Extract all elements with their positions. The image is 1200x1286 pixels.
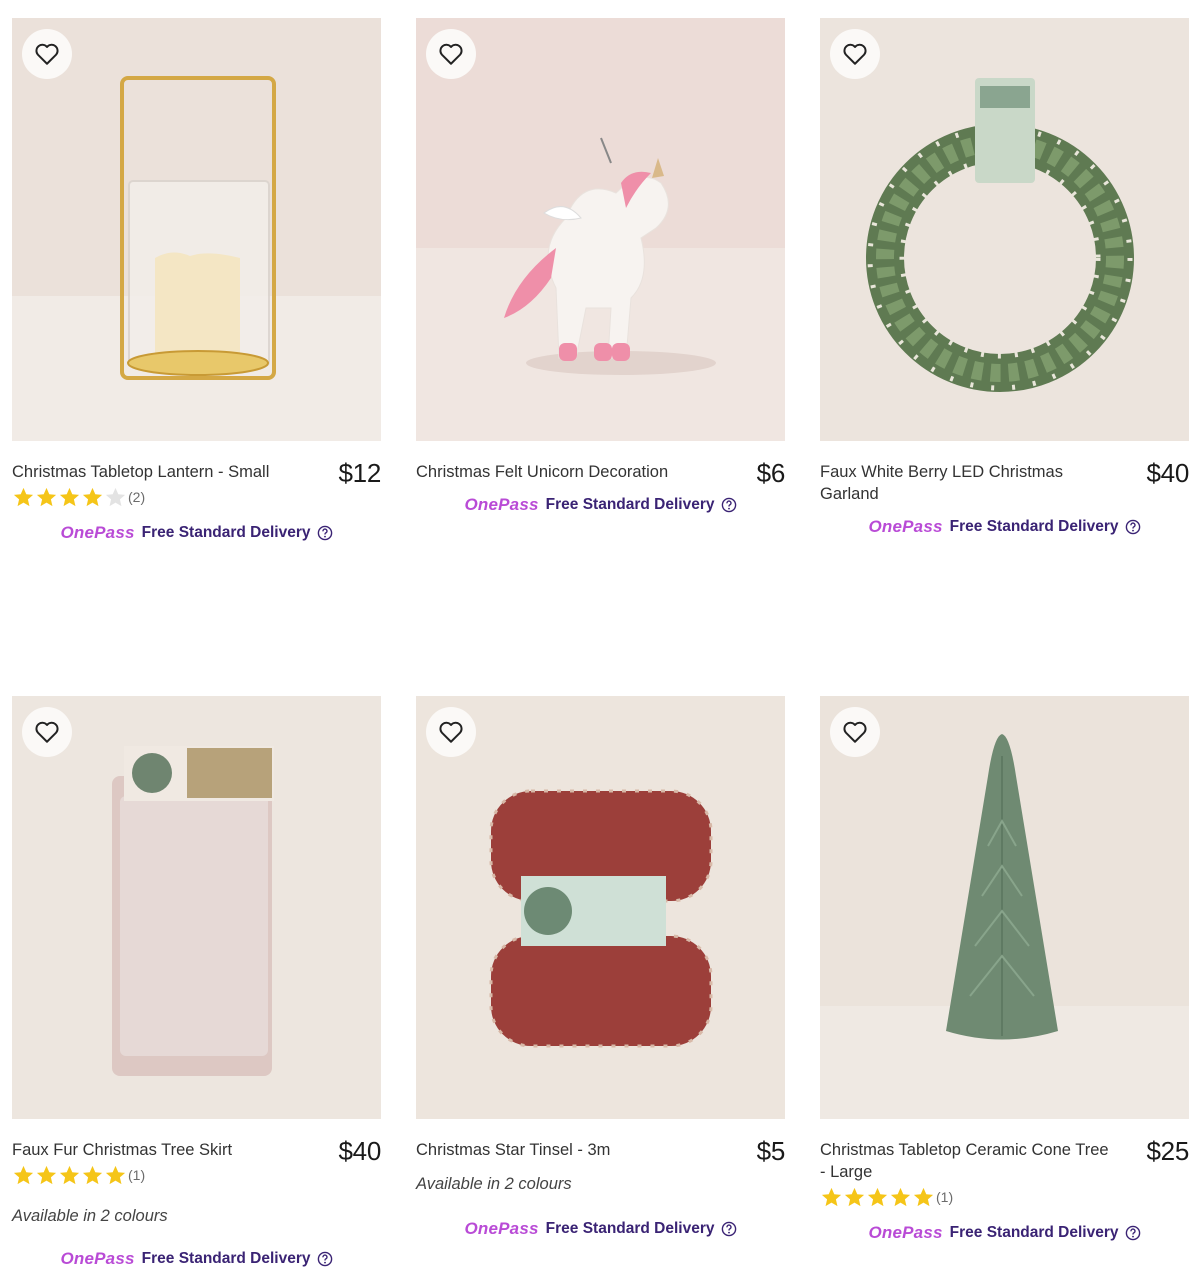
help-icon[interactable] bbox=[1125, 1225, 1141, 1241]
onepass-delivery: OnePass Free Standard Delivery bbox=[12, 521, 381, 545]
help-icon[interactable] bbox=[317, 1251, 333, 1267]
product-image[interactable] bbox=[820, 696, 1189, 1119]
product-card[interactable]: Christmas Tabletop Lantern - Small $12 (… bbox=[12, 18, 381, 545]
product-card[interactable]: Christmas Tabletop Ceramic Cone Tree - L… bbox=[820, 696, 1189, 1245]
onepass-logo: OnePass bbox=[464, 1219, 539, 1238]
product-title[interactable]: Christmas Tabletop Lantern - Small bbox=[12, 461, 302, 483]
product-price: $40 bbox=[338, 1136, 382, 1166]
heart-icon bbox=[843, 721, 867, 743]
product-card[interactable]: Christmas Felt Unicorn Decoration $6 One… bbox=[416, 18, 785, 517]
product-title[interactable]: Faux White Berry LED Christmas Garland bbox=[820, 461, 1110, 505]
star-icon bbox=[913, 1187, 934, 1206]
product-price: $6 bbox=[756, 458, 786, 488]
product-image[interactable] bbox=[820, 18, 1189, 441]
heart-icon bbox=[439, 721, 463, 743]
rating: (1) bbox=[820, 1185, 1189, 1209]
heart-icon bbox=[35, 721, 59, 743]
product-card[interactable]: Faux White Berry LED Christmas Garland $… bbox=[820, 18, 1189, 539]
product-title[interactable]: Christmas Star Tinsel - 3m bbox=[416, 1139, 706, 1161]
product-title[interactable]: Christmas Felt Unicorn Decoration bbox=[416, 461, 706, 483]
onepass-delivery: OnePass Free Standard Delivery bbox=[820, 515, 1189, 539]
available-colours: Available in 2 colours bbox=[12, 1207, 168, 1225]
heart-icon bbox=[843, 43, 867, 65]
help-icon[interactable] bbox=[721, 1221, 737, 1237]
delivery-text: Free Standard Delivery bbox=[141, 524, 311, 541]
product-price: $40 bbox=[1146, 458, 1190, 488]
wishlist-heart-button[interactable] bbox=[22, 29, 72, 79]
wishlist-heart-button[interactable] bbox=[830, 707, 880, 757]
rating-stars bbox=[820, 1186, 935, 1209]
wishlist-heart-button[interactable] bbox=[830, 29, 880, 79]
star-icon bbox=[867, 1187, 888, 1206]
onepass-logo: OnePass bbox=[868, 1223, 943, 1242]
product-card[interactable]: Faux Fur Christmas Tree Skirt $40 (1) Av… bbox=[12, 696, 381, 1271]
wishlist-heart-button[interactable] bbox=[426, 29, 476, 79]
onepass-delivery: OnePass Free Standard Delivery bbox=[416, 1217, 785, 1241]
product-price: $25 bbox=[1146, 1136, 1190, 1166]
onepass-logo: OnePass bbox=[60, 523, 135, 542]
help-icon[interactable] bbox=[1125, 519, 1141, 535]
delivery-text: Free Standard Delivery bbox=[141, 1250, 311, 1267]
onepass-delivery: OnePass Free Standard Delivery bbox=[12, 1247, 381, 1271]
help-icon[interactable] bbox=[317, 525, 333, 541]
wishlist-heart-button[interactable] bbox=[22, 707, 72, 757]
product-image[interactable] bbox=[416, 18, 785, 441]
onepass-logo: OnePass bbox=[60, 1249, 135, 1268]
product-title[interactable]: Faux Fur Christmas Tree Skirt bbox=[12, 1139, 302, 1161]
product-card[interactable]: Christmas Star Tinsel - 3m $5 Available … bbox=[416, 696, 785, 1241]
product-image[interactable] bbox=[12, 696, 381, 1119]
product-price: $12 bbox=[338, 458, 382, 488]
product-price: $5 bbox=[756, 1136, 786, 1166]
product-image[interactable] bbox=[416, 696, 785, 1119]
heart-icon bbox=[439, 43, 463, 65]
star-icon bbox=[821, 1187, 842, 1206]
delivery-text: Free Standard Delivery bbox=[949, 518, 1119, 535]
heart-icon bbox=[35, 43, 59, 65]
star-icon bbox=[844, 1187, 865, 1206]
rating-count: (1) bbox=[936, 1189, 954, 1205]
delivery-text: Free Standard Delivery bbox=[949, 1224, 1119, 1241]
product-title[interactable]: Christmas Tabletop Ceramic Cone Tree - L… bbox=[820, 1139, 1110, 1183]
product-image[interactable] bbox=[12, 18, 381, 441]
star-icon bbox=[890, 1187, 911, 1206]
wishlist-heart-button[interactable] bbox=[426, 707, 476, 757]
delivery-text: Free Standard Delivery bbox=[545, 1220, 715, 1237]
onepass-logo: OnePass bbox=[868, 517, 943, 536]
onepass-delivery: OnePass Free Standard Delivery bbox=[820, 1221, 1189, 1245]
